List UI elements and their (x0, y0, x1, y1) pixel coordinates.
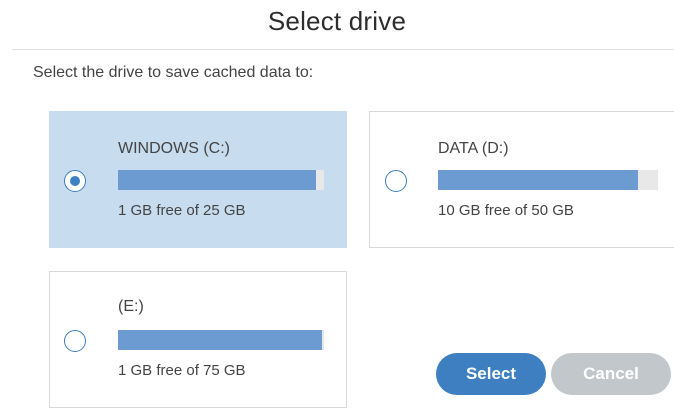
drive-name: (E:) (118, 298, 144, 315)
drive-usage-bar (118, 330, 324, 350)
drive-usage-fill (438, 170, 639, 190)
radio-unselected-icon[interactable] (64, 330, 86, 352)
drive-option-e[interactable]: (E:) 1 GB free of 75 GB (49, 271, 347, 408)
drive-name: DATA (D:) (438, 140, 509, 157)
drive-usage-bar (438, 170, 658, 190)
drive-name: WINDOWS (C:) (118, 140, 230, 157)
dialog-title: Select drive (267, 6, 407, 36)
drive-free-space: 1 GB free of 75 GB (118, 362, 246, 379)
drive-free-space: 1 GB free of 25 GB (118, 202, 246, 219)
drive-option-c[interactable]: WINDOWS (C:) 1 GB free of 25 GB (49, 111, 347, 248)
radio-unselected-icon[interactable] (385, 170, 407, 192)
select-button[interactable]: Select (436, 353, 546, 395)
radio-selected-icon[interactable] (64, 170, 86, 192)
drive-usage-fill (118, 330, 322, 350)
drive-usage-fill (118, 170, 316, 190)
radio-dot (69, 175, 80, 186)
select-drive-dialog: Select drive Select the drive to save ca… (0, 0, 674, 408)
dialog-subtitle: Select the drive to save cached data to: (33, 64, 314, 81)
title-divider (12, 49, 674, 50)
cancel-button[interactable]: Cancel (551, 353, 671, 395)
drive-free-space: 10 GB free of 50 GB (438, 202, 574, 219)
drive-option-d[interactable]: DATA (D:) 10 GB free of 50 GB (369, 111, 674, 248)
drive-usage-bar (118, 170, 324, 190)
